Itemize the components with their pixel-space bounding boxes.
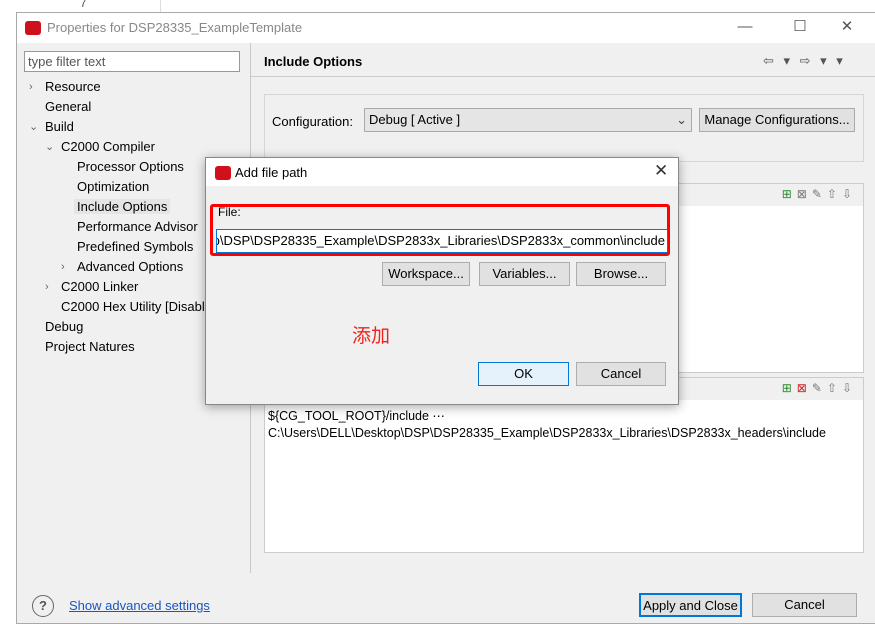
configuration-value: Debug [ Active ] (369, 112, 461, 127)
add-icon[interactable]: ⊞ (782, 381, 797, 395)
app-logo-icon (215, 166, 231, 180)
tree-item-label: Predefined Symbols (77, 239, 194, 254)
tree-item-label: Processor Options (77, 159, 184, 174)
window-title: Properties for DSP28335_ExampleTemplate (47, 20, 303, 35)
show-advanced-settings-link[interactable]: Show advanced settings (69, 598, 210, 613)
tree-item-predefined-symbols[interactable]: Predefined Symbols (77, 237, 193, 257)
list-item[interactable]: ${CG_TOOL_ROOT}/include ⋯ (268, 408, 445, 423)
tree-item-label: C2000 Hex Utility [Disabled] (61, 299, 223, 314)
tree-item-c2000-compiler[interactable]: ⌄ C2000 Compiler (45, 137, 155, 157)
tree-item-debug[interactable]: Debug (45, 317, 83, 337)
tree-item-c2000-linker[interactable]: › C2000 Linker (45, 277, 139, 297)
filter-input[interactable]: type filter text (24, 51, 240, 72)
tree-item-label: Performance Advisor (77, 219, 198, 234)
chevron-right-icon[interactable]: › (45, 277, 49, 297)
browse-button[interactable]: Browse... (576, 262, 666, 286)
list-tools: ⊞⊠✎⇧⇩ (782, 381, 857, 395)
close-icon[interactable]: ✕ (654, 161, 668, 181)
title-bar: Properties for DSP28335_ExampleTemplate … (17, 13, 875, 43)
maximize-button[interactable]: ☐ (790, 17, 810, 37)
tree-item-label: C2000 Compiler (61, 139, 155, 154)
close-button[interactable]: ✕ (837, 17, 857, 37)
tree-item-resource[interactable]: › Resource (29, 77, 101, 97)
tree-item-project-natures[interactable]: Project Natures (45, 337, 135, 357)
configuration-group: Configuration: Debug [ Active ] ⌄ Manage … (264, 94, 864, 162)
file-label: File: (218, 205, 241, 219)
minimize-button[interactable]: — (735, 17, 755, 37)
tree-item-label: Advanced Options (77, 259, 184, 274)
configuration-select[interactable]: Debug [ Active ] ⌄ (364, 108, 692, 132)
file-path-value: C:\Users\DELL\Desktop\DSP\DSP28335_Examp… (217, 233, 665, 248)
background-editor (0, 0, 875, 12)
move-up-icon[interactable]: ⇧ (827, 381, 842, 395)
cancel-button[interactable]: Cancel (576, 362, 666, 386)
cancel-button[interactable]: Cancel (752, 593, 857, 617)
file-path-input[interactable]: C:\Users\DELL\Desktop\DSP\DSP28335_Examp… (216, 229, 668, 253)
tree-item-label: Resource (45, 79, 101, 94)
tree-item-general[interactable]: General (45, 97, 91, 117)
background-divider (160, 0, 161, 12)
app-logo-icon (25, 21, 41, 35)
chevron-down-icon[interactable]: ⌄ (45, 137, 54, 157)
tree-item-label: Optimization (77, 179, 150, 194)
tree-item-label: C2000 Linker (61, 279, 139, 294)
edit-icon[interactable]: ✎ (812, 381, 827, 395)
help-icon[interactable]: ? (32, 595, 54, 617)
dialog-title: Add file path (235, 165, 308, 180)
background-line-number: 7 (80, 0, 87, 10)
apply-and-close-button[interactable]: Apply and Close (639, 593, 742, 617)
list-item[interactable]: C:\Users\DELL\Desktop\DSP\DSP28335_Examp… (268, 426, 826, 440)
configuration-label: Configuration: (272, 114, 353, 129)
move-down-icon[interactable]: ⇩ (842, 381, 857, 395)
dialog-title-bar: Add file path ✕ (206, 158, 678, 186)
tree-item-label: Include Options (74, 199, 171, 214)
tree-item-label: Build (45, 119, 74, 134)
chevron-down-icon: ⌄ (676, 112, 687, 127)
chevron-right-icon[interactable]: › (29, 77, 33, 97)
tree-item-label: Project Natures (45, 339, 135, 354)
footer: ? Show advanced settings Apply and Close… (17, 573, 875, 625)
edit-icon[interactable]: ✎ (812, 187, 827, 201)
workspace-button[interactable]: Workspace... (382, 262, 470, 286)
delete-icon[interactable]: ⊠ (797, 187, 812, 201)
move-down-icon[interactable]: ⇩ (842, 187, 857, 201)
add-file-path-dialog: Add file path ✕ File: C:\Users\DELL\Desk… (205, 157, 679, 405)
tree-item-processor-options[interactable]: Processor Options (77, 157, 184, 177)
ok-button[interactable]: OK (478, 362, 569, 386)
chevron-right-icon[interactable]: › (61, 257, 65, 277)
tree-item-build[interactable]: ⌄ Build (29, 117, 74, 137)
variables-button[interactable]: Variables... (479, 262, 570, 286)
tree-item-label: Debug (45, 319, 84, 334)
page-title: Include Options (264, 54, 363, 69)
navigation-arrows-icon[interactable]: ⇦ ▾ ⇨ ▾ ▾ (763, 53, 846, 69)
tree-item-optimization[interactable]: Optimization (77, 177, 149, 197)
delete-icon[interactable]: ⊠ (797, 381, 812, 395)
list-tools: ⊞⊠✎⇧⇩ (782, 187, 857, 201)
add-icon[interactable]: ⊞ (782, 187, 797, 201)
tree-item-c2000-hex-utility[interactable]: C2000 Hex Utility [Disabled] (61, 297, 223, 317)
manage-configurations-button[interactable]: Manage Configurations... (699, 108, 855, 132)
move-up-icon[interactable]: ⇧ (827, 187, 842, 201)
chevron-down-icon[interactable]: ⌄ (29, 117, 38, 137)
annotation-text: 添加 (352, 326, 391, 347)
tree-item-label: General (45, 99, 92, 114)
page-header: Include Options ⇦ ▾ ⇨ ▾ ▾ (251, 43, 875, 77)
tree-item-performance-advisor[interactable]: Performance Advisor (77, 217, 198, 237)
tree-item-include-options[interactable]: Include Options (74, 197, 171, 217)
tree-item-advanced-options[interactable]: › Advanced Options (61, 257, 184, 277)
